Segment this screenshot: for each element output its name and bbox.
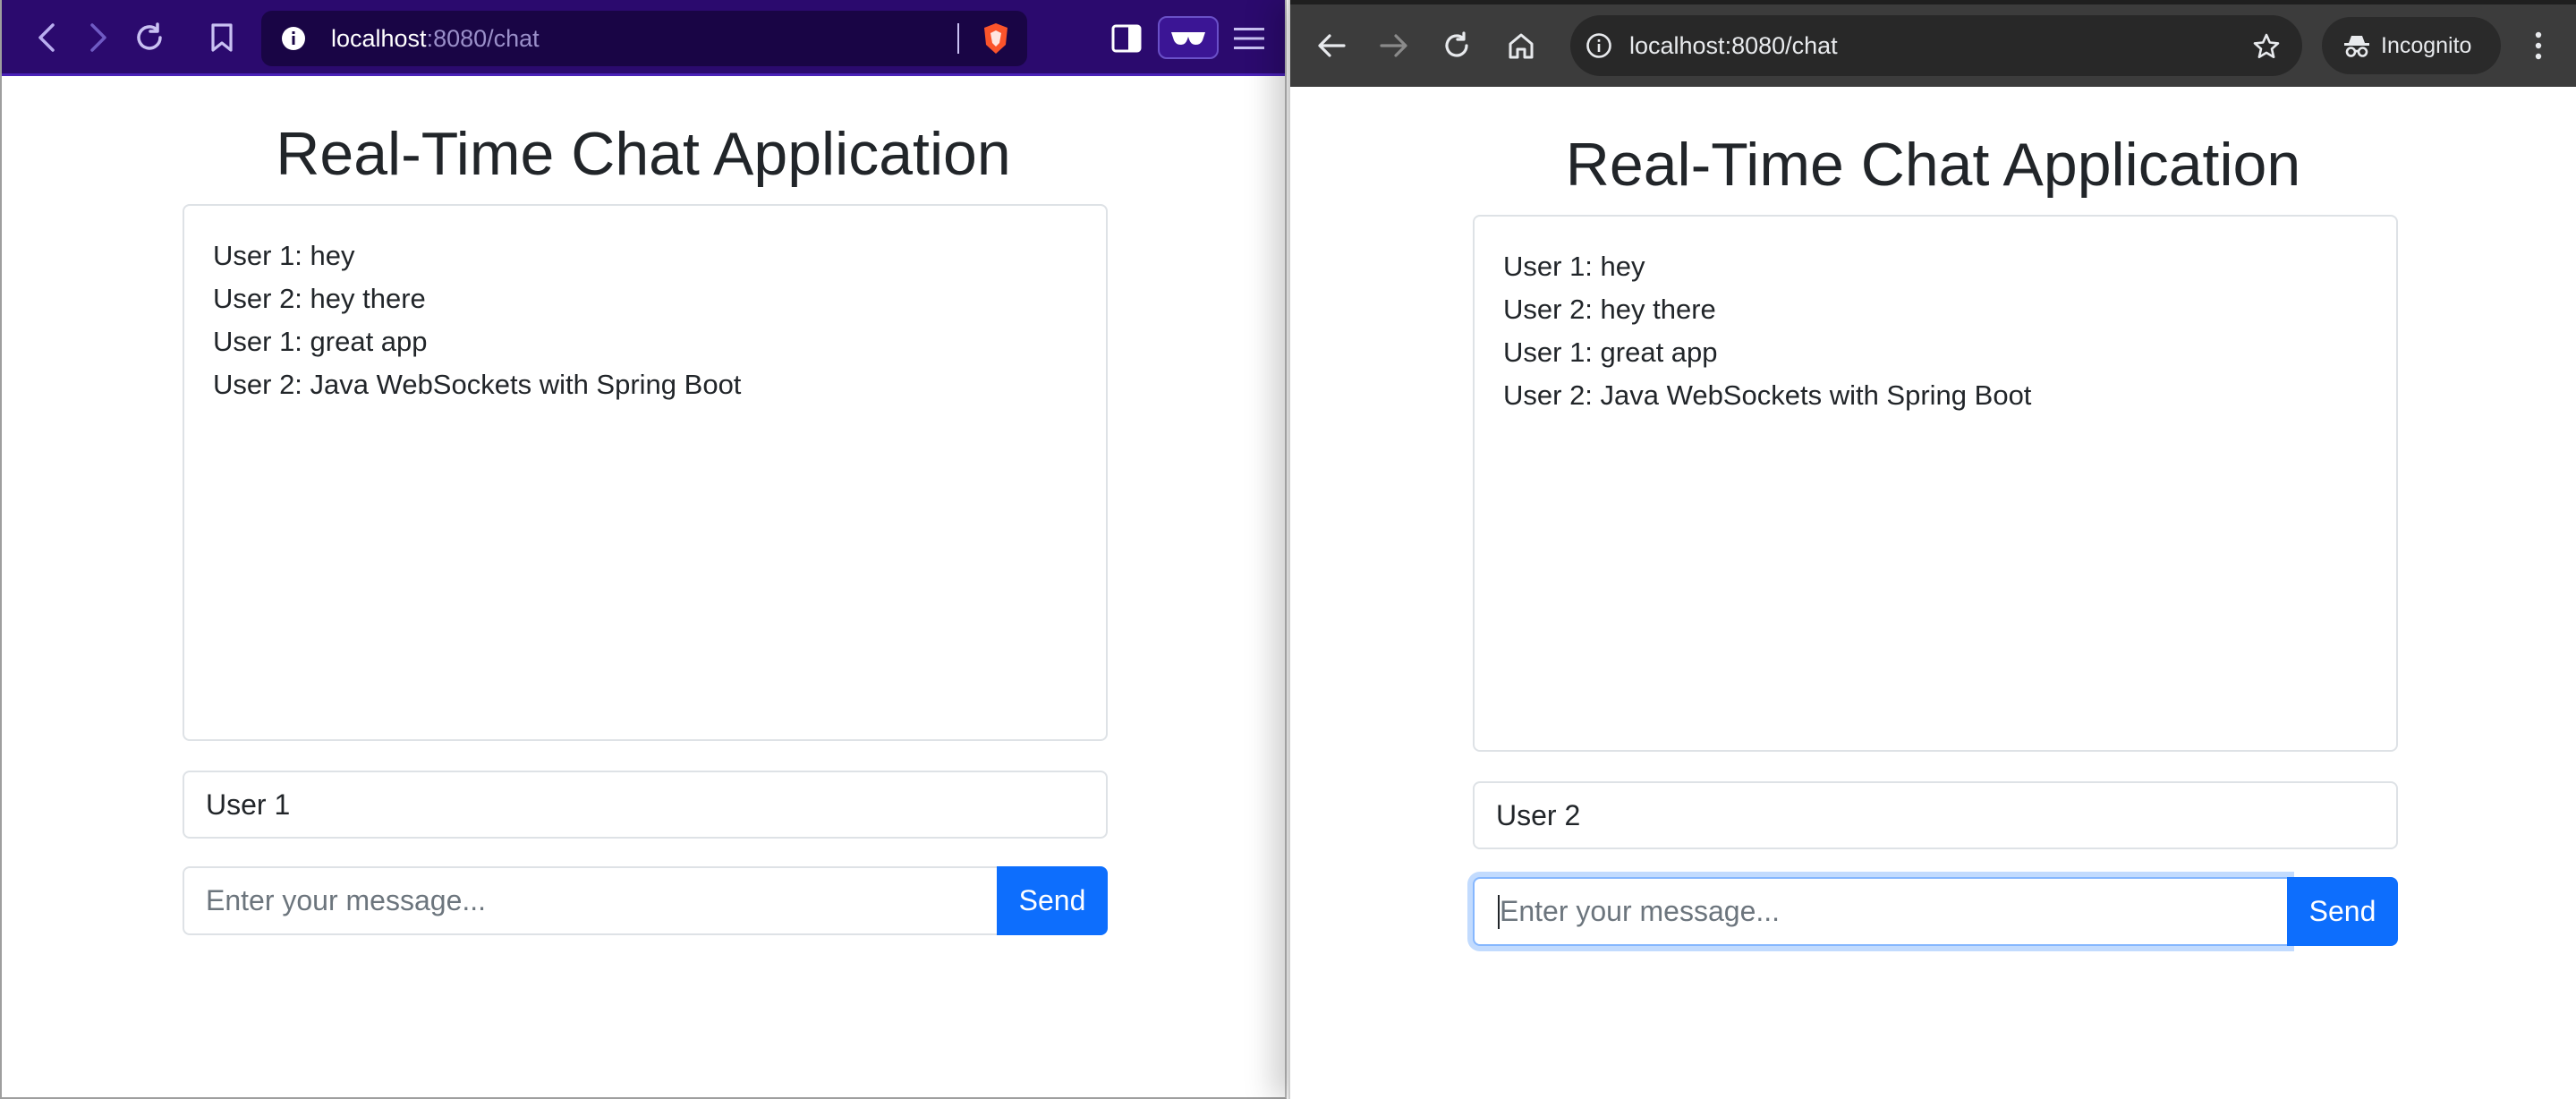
browser-window-right: localhost:8080/chat Incognito Real-Time … bbox=[1288, 0, 2576, 1099]
message-input[interactable] bbox=[183, 866, 999, 935]
chat-message: User 1: great app bbox=[1503, 337, 1718, 368]
chat-message: User 1: hey bbox=[213, 240, 355, 271]
text-caret bbox=[1498, 895, 1500, 929]
back-icon[interactable] bbox=[29, 20, 64, 55]
reload-icon[interactable] bbox=[1439, 28, 1475, 64]
forward-icon[interactable] bbox=[1376, 28, 1412, 64]
browser-window-left: localhost:8080/chat Real-Time Chat Appli… bbox=[0, 0, 1287, 1099]
message-input[interactable] bbox=[1473, 877, 2289, 946]
bookmark-star-icon[interactable] bbox=[2250, 30, 2283, 63]
menu-kebab-icon[interactable] bbox=[2525, 28, 2552, 64]
incognito-icon bbox=[2343, 33, 2370, 58]
chat-messages-box: User 1: hey User 2: hey there User 1: gr… bbox=[183, 204, 1108, 741]
chat-message: User 2: hey there bbox=[213, 283, 426, 314]
incognito-badge[interactable]: Incognito bbox=[2322, 17, 2501, 74]
chat-messages-box: User 1: hey User 2: hey there User 1: gr… bbox=[1473, 215, 2398, 752]
sidebar-toggle-icon[interactable] bbox=[1109, 21, 1143, 55]
url-text: localhost:8080/chat bbox=[1629, 32, 1838, 59]
username-field[interactable]: User 2 bbox=[1473, 781, 2398, 849]
username-value: User 1 bbox=[206, 788, 291, 821]
brave-shields-icon[interactable] bbox=[977, 20, 1015, 57]
browser-toolbar: localhost:8080/chat bbox=[2, 0, 1285, 76]
page-title: Real-Time Chat Application bbox=[1565, 131, 2301, 199]
address-bar[interactable]: localhost:8080/chat bbox=[1570, 15, 2302, 76]
private-window-icon[interactable] bbox=[1158, 16, 1219, 59]
chat-message: User 2: hey there bbox=[1503, 294, 1716, 325]
chat-message: User 2: Java WebSockets with Spring Boot bbox=[1503, 379, 2032, 411]
address-bar[interactable]: localhost:8080/chat bbox=[261, 11, 1027, 66]
omnibox-divider bbox=[957, 23, 959, 54]
browser-toolbar: localhost:8080/chat Incognito bbox=[1290, 0, 2576, 87]
send-button[interactable]: Send bbox=[997, 866, 1108, 935]
site-info-icon[interactable] bbox=[1585, 31, 1613, 60]
bookmark-icon[interactable] bbox=[204, 18, 240, 57]
site-info-icon[interactable] bbox=[279, 24, 308, 53]
username-field[interactable]: User 1 bbox=[183, 771, 1108, 839]
message-text-input[interactable] bbox=[1496, 895, 2287, 928]
back-icon[interactable] bbox=[1314, 28, 1349, 64]
username-value: User 2 bbox=[1496, 798, 1581, 831]
incognito-label: Incognito bbox=[2381, 32, 2472, 58]
home-icon[interactable] bbox=[1503, 28, 1539, 64]
url-path: :8080/chat bbox=[426, 25, 540, 52]
page-title: Real-Time Chat Application bbox=[276, 120, 1011, 188]
chat-message: User 1: hey bbox=[1503, 251, 1645, 282]
chat-message: User 1: great app bbox=[213, 326, 428, 357]
chat-page: Real-Time Chat Application User 1: hey U… bbox=[2, 76, 1285, 1097]
menu-icon[interactable] bbox=[1231, 21, 1267, 55]
chat-page: Real-Time Chat Application User 1: hey U… bbox=[1290, 87, 2576, 1099]
chat-message: User 2: Java WebSockets with Spring Boot bbox=[213, 369, 742, 400]
reload-icon[interactable] bbox=[130, 18, 169, 57]
url-host: localhost bbox=[331, 25, 427, 52]
send-button[interactable]: Send bbox=[2287, 877, 2398, 946]
message-text-input[interactable] bbox=[206, 884, 997, 917]
forward-icon[interactable] bbox=[81, 20, 116, 55]
